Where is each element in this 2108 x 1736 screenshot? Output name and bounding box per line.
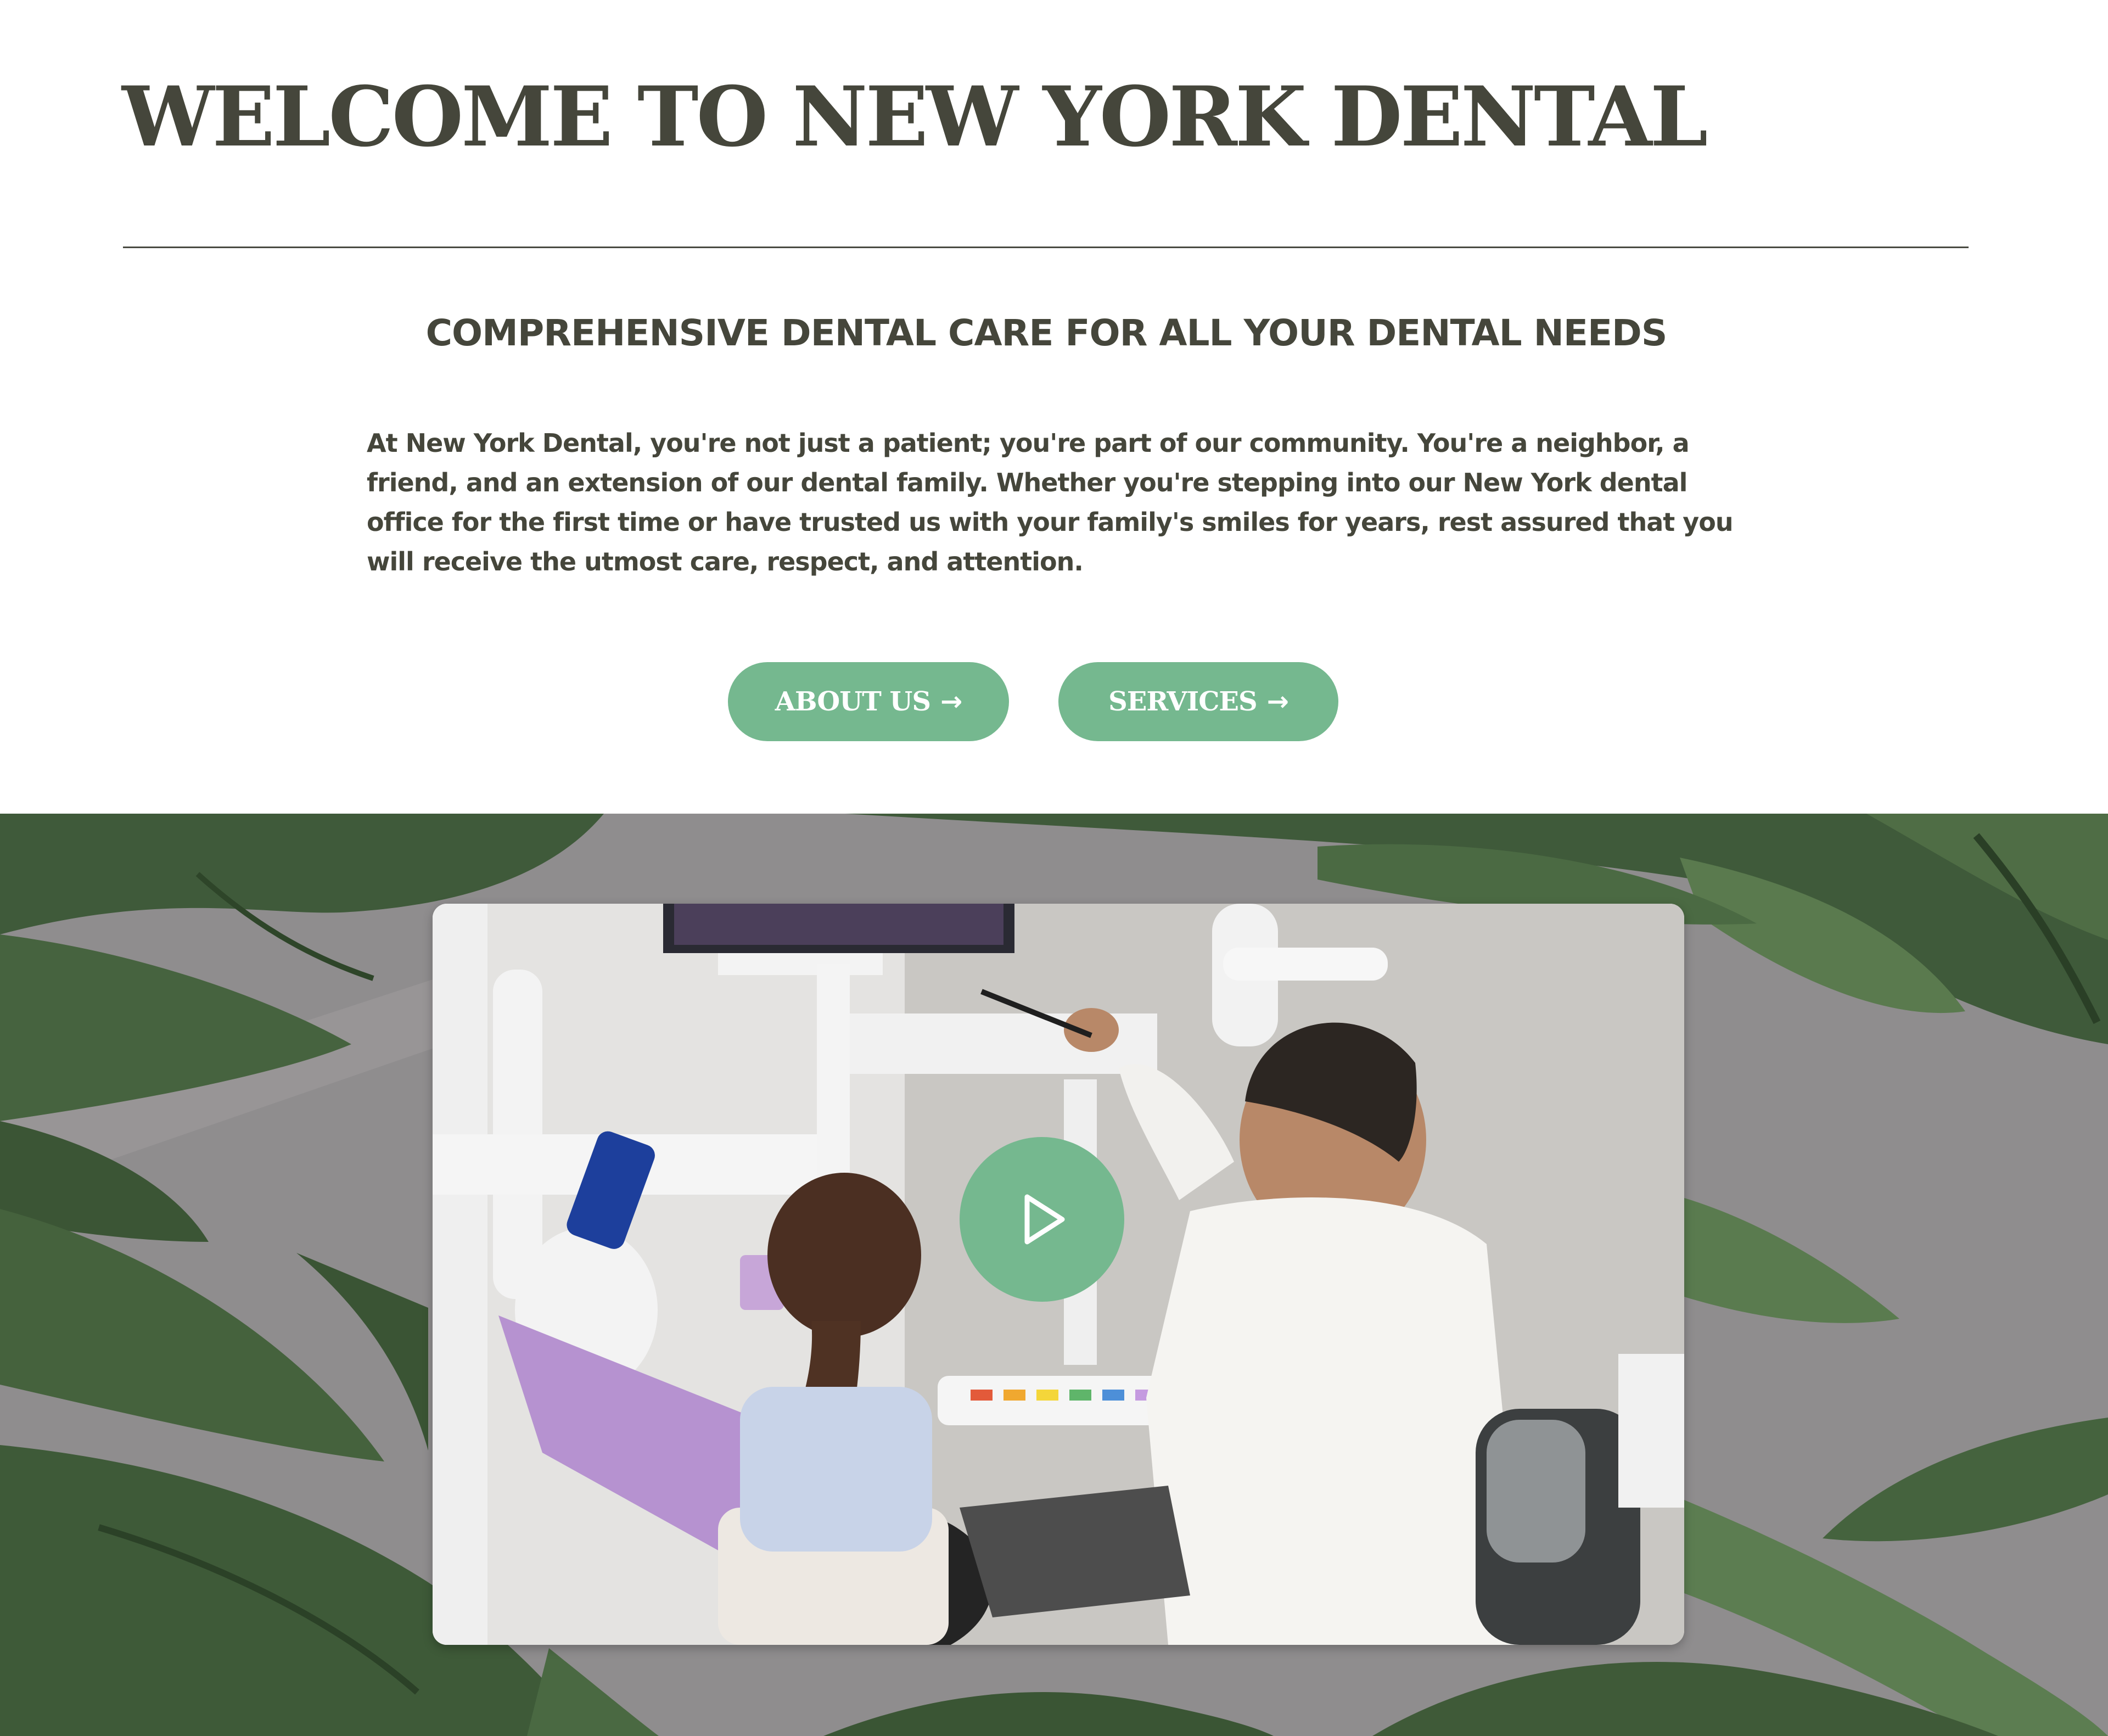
play-button[interactable] [960, 1137, 1124, 1302]
cta-button-row: ABOUT US → SERVICES → [0, 662, 2108, 741]
arrow-right-icon: → [1266, 686, 1289, 717]
page-title: WELCOME TO NEW YORK DENTAL [122, 69, 1708, 165]
about-us-button[interactable]: ABOUT US → [728, 662, 1009, 741]
intro-section: WELCOME TO NEW YORK DENTAL COMPREHENSIVE… [0, 0, 2108, 814]
play-icon [1024, 1194, 1065, 1245]
title-divider [123, 247, 1969, 248]
video-section [0, 814, 2108, 1736]
arrow-right-icon: → [940, 686, 962, 717]
services-button[interactable]: SERVICES → [1058, 662, 1338, 741]
services-button-label: SERVICES [1108, 686, 1258, 717]
intro-paragraph: At New York Dental, you're not just a pa… [367, 428, 1734, 576]
video-player[interactable] [433, 904, 1684, 1645]
section-subtitle: COMPREHENSIVE DENTAL CARE FOR ALL YOUR D… [425, 312, 1668, 354]
about-us-button-label: ABOUT US [775, 686, 931, 717]
